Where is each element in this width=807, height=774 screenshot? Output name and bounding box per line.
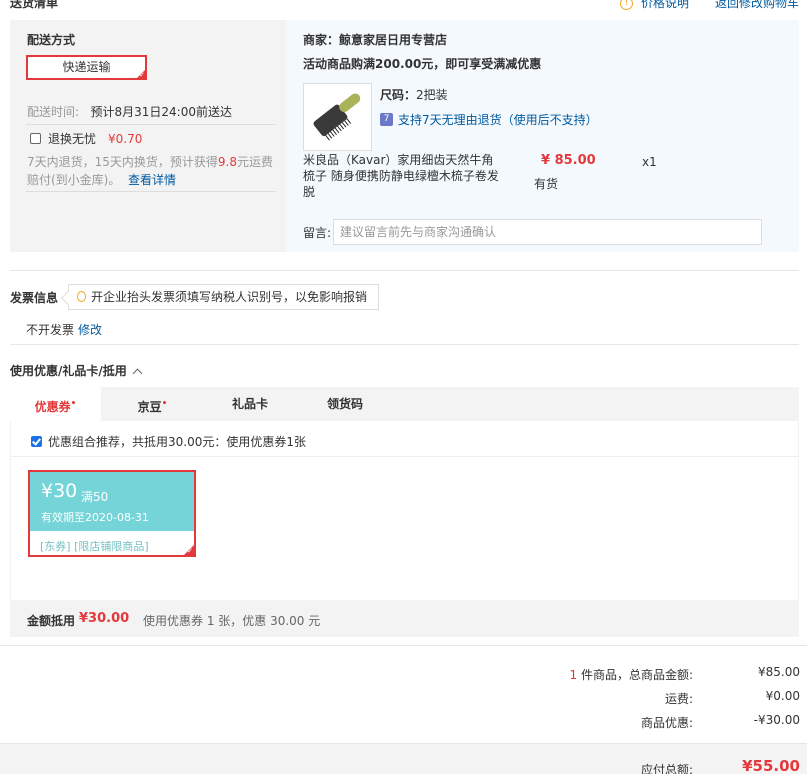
divider <box>26 191 276 192</box>
deduction-amount: ¥30.00 <box>79 611 130 626</box>
delivery-time: 配送时间: 预计8月31日24:00前送达 <box>27 105 232 119</box>
divider <box>10 456 799 457</box>
return-description: 7天内退货，15天内换货，预计获得9.8元运费赔付(到小金库)。 查看详情 <box>27 155 274 187</box>
total-label: 应付总额: <box>640 763 693 774</box>
product-name[interactable]: 米良品（Kavar）家用细齿天然牛角梳子 随身便携防静电绿檀木梳子卷发脱 <box>303 152 503 200</box>
shipping-method-label: 配送方式 <box>27 33 76 47</box>
product-stock-status: 有货 <box>534 177 559 191</box>
seven-day-return-icon: 7 <box>380 113 393 126</box>
message-label: 留言: <box>303 226 332 240</box>
divider <box>0 645 807 646</box>
coupon-card-header: ¥30 满50 有效期至2020-08-31 <box>30 472 194 531</box>
price-note-link[interactable]: ! 价格说明 <box>619 0 689 11</box>
coupon-expiry: 有效期至2020-08-31 <box>41 511 149 524</box>
freight-value: ¥0.00 <box>765 689 800 703</box>
divider <box>10 344 799 345</box>
coupon-card[interactable]: ¥30 满50 有效期至2020-08-31 [东券] [限店铺限商品] ✓ <box>28 470 196 557</box>
combo-recommend-option[interactable]: 优惠组合推荐，共抵用30.00元：使用优惠券1张 <box>31 433 306 450</box>
view-details-link[interactable]: 查看详情 <box>128 173 176 187</box>
tip-arrow <box>60 290 76 306</box>
comb-image <box>313 93 361 141</box>
check-icon: ✓ <box>187 547 193 555</box>
info-icon: ! <box>619 0 633 10</box>
tab-jd-beans[interactable]: 京豆• <box>110 387 195 421</box>
divider <box>26 124 276 125</box>
invoice-status: 不开发票 修改 <box>26 323 103 337</box>
invoice-tip: 开企业抬头发票须填写纳税人识别号，以免影响报销 <box>60 284 379 310</box>
invoice-title: 发票信息 <box>10 291 59 305</box>
discount-value: -¥30.00 <box>753 713 800 727</box>
tab-redeem-code[interactable]: 领货码 <box>305 387 385 421</box>
divider <box>10 270 799 271</box>
header-links: ! 价格说明 返回修改购物车 <box>619 0 799 11</box>
coupon-amount: ¥30 <box>41 480 78 502</box>
product-price: ¥ 85.00 <box>541 153 596 168</box>
product-quantity: x1 <box>642 155 657 169</box>
discount-label: 商品优惠: <box>640 716 693 730</box>
return-checkbox[interactable] <box>30 133 41 144</box>
chevron-up-icon <box>132 368 143 379</box>
return-worry-free-option[interactable]: 退换无忧 ¥0.70 <box>30 130 142 147</box>
section-title-delivery-list: 送货清单 <box>10 0 59 10</box>
location-pin-icon <box>77 291 86 302</box>
combo-checkbox[interactable] <box>31 436 42 447</box>
merchant-name: 商家：鲸意家居日用专营店 <box>303 33 448 47</box>
message-input[interactable] <box>333 219 762 245</box>
items-total-label: 1 件商品，总商品金额: <box>569 668 693 682</box>
tab-gift-card[interactable]: 礼品卡 <box>210 387 290 421</box>
deduction-description: 使用优惠券 1 张，优惠 30.00 元 <box>143 614 321 628</box>
invoice-edit-link[interactable]: 修改 <box>78 323 102 337</box>
coupon-section-toggle[interactable]: 使用优惠/礼品卡/抵用 <box>10 362 143 379</box>
items-total-value: ¥85.00 <box>758 665 800 679</box>
freight-label: 运费: <box>664 692 693 706</box>
tab-coupons[interactable]: 优惠券• <box>10 387 101 421</box>
promo-text: 活动商品购满200.00元，即可享受满减优惠 <box>303 57 542 71</box>
check-icon: ✓ <box>139 71 145 79</box>
coupon-condition: 满50 <box>81 490 109 504</box>
return-support: 7 支持7天无理由退货（使用后不支持） <box>380 111 598 128</box>
deduction-label: 金额抵用 <box>27 614 76 628</box>
product-size: 尺码：2把装 <box>380 88 448 102</box>
back-to-cart-link[interactable]: 返回修改购物车 <box>715 0 799 11</box>
coupon-tags: [东券] [限店铺限商品] <box>40 540 149 553</box>
total-value: ¥55.00 <box>742 757 800 774</box>
shipping-method-express-button[interactable]: 快递运输 ✓ <box>26 55 147 80</box>
product-image[interactable] <box>303 83 372 151</box>
